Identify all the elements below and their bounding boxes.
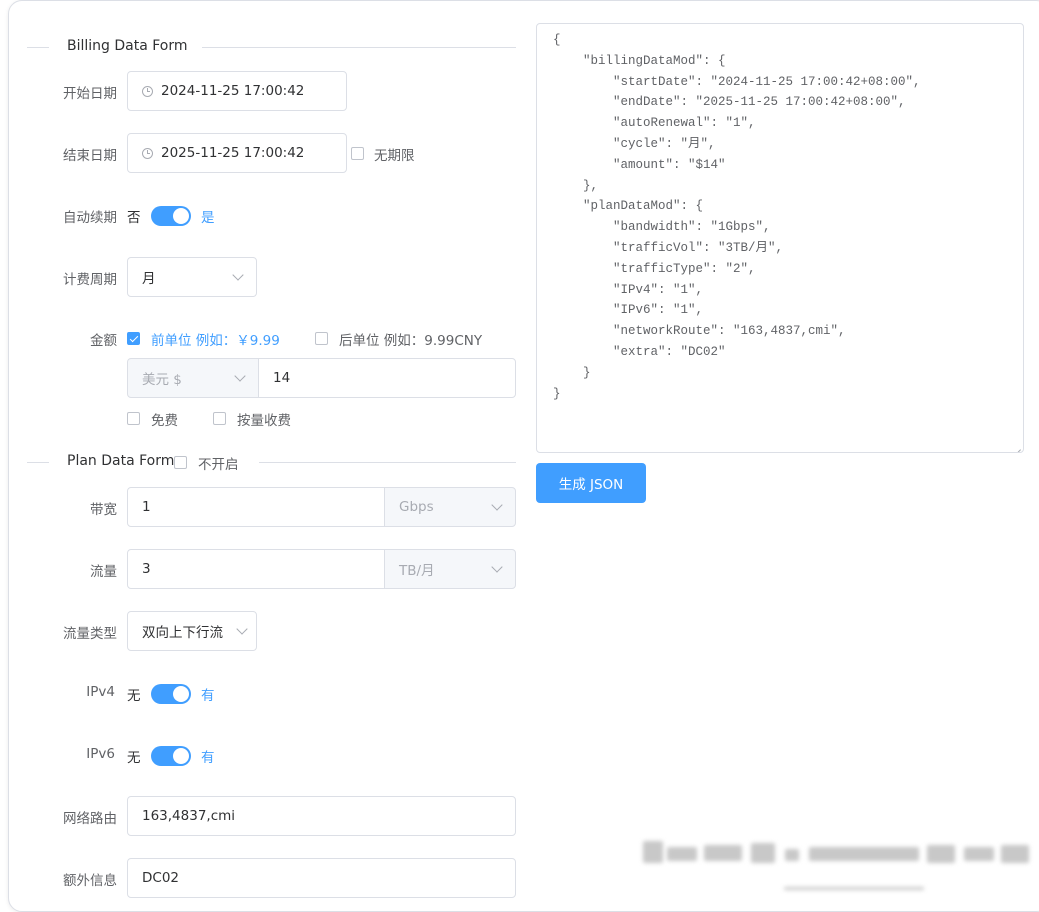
free-checkbox[interactable]: [127, 412, 140, 425]
renewal-label: 自动续期: [63, 210, 117, 226]
ipv6-label: IPv6: [86, 746, 115, 762]
ipv6-on-text: 有: [201, 750, 215, 766]
start-date-label: 开始日期: [63, 86, 117, 102]
chevron-down-icon: [491, 561, 503, 573]
bandwidth-unit-select[interactable]: Gbps: [384, 487, 516, 527]
chevron-down-icon: [234, 370, 246, 382]
start-date-value: 2024-11-25 17:00:42: [161, 83, 305, 99]
traffic-unit-select[interactable]: TB/月: [384, 549, 516, 589]
bandwidth-unit: Gbps: [399, 499, 434, 515]
start-date-picker[interactable]: 2024-11-25 17:00:42: [127, 71, 347, 111]
ipv6-switch[interactable]: [151, 746, 191, 766]
chevron-down-icon: [236, 623, 248, 635]
bandwidth-input[interactable]: 1: [127, 487, 385, 527]
resize-handle-icon[interactable]: [1013, 442, 1021, 450]
amount-label: 金额: [90, 333, 117, 349]
ipv4-off-text: 无: [127, 688, 141, 704]
traffic-value: 3: [142, 561, 151, 577]
plan-disable-checkbox[interactable]: [174, 456, 187, 469]
divider-left: [27, 47, 49, 48]
renewal-on-text: 是: [201, 210, 215, 226]
renewal-off-text: 否: [127, 210, 141, 226]
currency-select[interactable]: 美元 $: [127, 358, 259, 398]
traffic-input[interactable]: 3: [127, 549, 385, 589]
ipv4-switch[interactable]: [151, 684, 191, 704]
chevron-down-icon: [232, 269, 244, 281]
route-value: 163,4837,cmi: [142, 808, 236, 824]
form-card: Billing Data Form 开始日期 2024-11-25 17:00:…: [8, 0, 1039, 912]
divider-right: [202, 47, 516, 48]
generate-json-button[interactable]: 生成 JSON: [536, 463, 646, 503]
route-label: 网络路由: [63, 811, 117, 827]
divider-right: [259, 462, 516, 463]
traffic-type-select[interactable]: 双向上下行流: [127, 611, 257, 651]
renewal-switch[interactable]: [151, 206, 191, 226]
no-limit-checkbox[interactable]: [351, 147, 364, 160]
usage-checkbox[interactable]: [213, 412, 226, 425]
traffic-label: 流量: [90, 564, 117, 580]
bandwidth-label: 带宽: [90, 502, 117, 518]
clock-icon: [142, 85, 153, 97]
cycle-label: 计费周期: [63, 272, 117, 288]
plan-section-title: Plan Data Form: [67, 453, 175, 469]
json-output-text: { "billingDataMod": { "startDate": "2024…: [553, 33, 921, 401]
prefix-unit-label: 前单位 例如：￥9.99: [151, 333, 280, 349]
free-label: 免费: [151, 413, 178, 429]
divider-left: [27, 462, 49, 463]
bandwidth-value: 1: [142, 499, 151, 515]
ipv4-label: IPv4: [86, 684, 115, 700]
end-date-value: 2025-11-25 17:00:42: [161, 145, 305, 161]
prefix-unit-checkbox[interactable]: [127, 332, 140, 345]
extra-input[interactable]: DC02: [127, 858, 516, 898]
amount-value: 14: [273, 370, 291, 386]
suffix-unit-label: 后单位 例如：9.99CNY: [339, 333, 483, 349]
cycle-select[interactable]: 月: [127, 257, 257, 297]
billing-section-title: Billing Data Form: [67, 38, 188, 54]
end-date-label: 结束日期: [63, 148, 117, 164]
traffic-type-value: 双向上下行流: [142, 625, 223, 641]
clock-icon: [142, 147, 153, 159]
ipv4-on-text: 有: [201, 688, 215, 704]
route-input[interactable]: 163,4837,cmi: [127, 796, 516, 836]
end-date-picker[interactable]: 2025-11-25 17:00:42: [127, 133, 347, 173]
ipv6-off-text: 无: [127, 750, 141, 766]
no-limit-label: 无期限: [374, 148, 415, 164]
usage-label: 按量收费: [237, 413, 291, 429]
chevron-down-icon: [491, 499, 503, 511]
plan-disable-label: 不开启: [198, 457, 239, 473]
traffic-type-label: 流量类型: [63, 626, 117, 642]
currency-value: 美元 $: [142, 372, 182, 388]
amount-input[interactable]: 14: [258, 358, 516, 398]
extra-value: DC02: [142, 870, 179, 886]
cycle-value: 月: [142, 271, 156, 287]
traffic-unit: TB/月: [399, 563, 435, 579]
json-output-textarea[interactable]: { "billingDataMod": { "startDate": "2024…: [536, 23, 1024, 453]
extra-label: 额外信息: [63, 873, 117, 889]
suffix-unit-checkbox[interactable]: [315, 332, 328, 345]
